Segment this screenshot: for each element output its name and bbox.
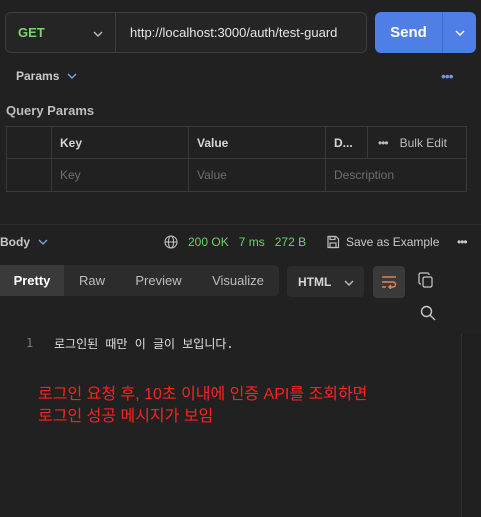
response-status: 200 OK 7 ms 272 B: [164, 235, 306, 249]
save-icon: [327, 235, 340, 249]
query-params-title: Query Params: [6, 103, 95, 118]
table-cell-checkbox: [7, 159, 52, 191]
tab-params-label: Params: [16, 69, 60, 83]
more-options-icon[interactable]: •••: [457, 235, 468, 249]
more-options-icon[interactable]: •••: [378, 136, 389, 150]
save-as-example-label: Save as Example: [346, 235, 440, 249]
response-time[interactable]: 7 ms: [239, 235, 265, 249]
method-label: GET: [18, 25, 45, 40]
chevron-down-icon: [344, 275, 354, 289]
globe-icon: [164, 235, 178, 249]
table-row: Key Value Description: [7, 159, 466, 191]
header-key: Key: [52, 127, 189, 158]
bulk-edit-button[interactable]: ••• Bulk Edit: [368, 127, 466, 158]
save-as-example-button[interactable]: Save as Example: [326, 235, 439, 249]
header-description: D...: [326, 127, 368, 158]
code-line: 로그인된 때만 이 글이 보입니다.: [54, 337, 234, 351]
method-select[interactable]: GET: [6, 13, 116, 52]
tab-pretty[interactable]: Pretty: [0, 265, 64, 296]
header-value: Value: [189, 127, 326, 158]
more-options-icon[interactable]: •••: [441, 68, 454, 84]
query-params-table: Key Value D... ••• Bulk Edit Key Value D…: [6, 126, 467, 192]
status-code[interactable]: 200 OK: [188, 235, 229, 249]
copy-icon[interactable]: [418, 272, 434, 294]
chevron-down-icon: [67, 73, 77, 79]
request-bar: GET http://localhost:3000/auth/test-guar…: [5, 12, 367, 53]
language-select[interactable]: HTML: [287, 266, 364, 297]
tab-visualize[interactable]: Visualize: [197, 265, 279, 296]
param-description-input[interactable]: Description: [326, 159, 466, 191]
annotation-text: 로그인 요청 후, 10초 이내에 인증 API를 조회하면 로그인 성공 메시…: [38, 384, 367, 428]
param-value-input[interactable]: Value: [189, 159, 326, 191]
send-button-group: Send: [375, 12, 476, 53]
language-label: HTML: [298, 274, 332, 289]
wrap-lines-button[interactable]: [373, 266, 405, 298]
table-cell-checkbox: [7, 127, 52, 158]
tab-params[interactable]: Params: [16, 69, 77, 83]
url-input[interactable]: http://localhost:3000/auth/test-guard: [116, 25, 337, 40]
send-button[interactable]: Send: [375, 12, 442, 53]
tab-raw[interactable]: Raw: [64, 265, 120, 296]
param-key-input[interactable]: Key: [52, 159, 189, 191]
chevron-down-icon: [38, 239, 48, 245]
send-options-button[interactable]: [442, 12, 476, 53]
tab-body[interactable]: Body: [0, 235, 48, 249]
vertical-scrollbar[interactable]: [461, 334, 481, 517]
tab-preview[interactable]: Preview: [120, 265, 197, 296]
response-view-tabs: Pretty Raw Preview Visualize: [0, 265, 279, 296]
chevron-down-icon: [455, 30, 464, 36]
annotation-line-1: 로그인 요청 후, 10초 이내에 인증 API를 조회하면: [38, 386, 368, 403]
wrap-icon: [382, 276, 397, 289]
annotation-line-2: 로그인 성공 메시지가 보임: [38, 408, 214, 425]
table-header-row: Key Value D... ••• Bulk Edit: [7, 127, 466, 159]
line-number: 1: [26, 336, 34, 350]
chevron-down-icon: [93, 25, 103, 40]
search-icon[interactable]: [420, 305, 436, 326]
bulk-edit-label: Bulk Edit: [399, 135, 447, 150]
tab-body-label: Body: [0, 235, 30, 249]
response-size[interactable]: 272 B: [275, 235, 306, 249]
